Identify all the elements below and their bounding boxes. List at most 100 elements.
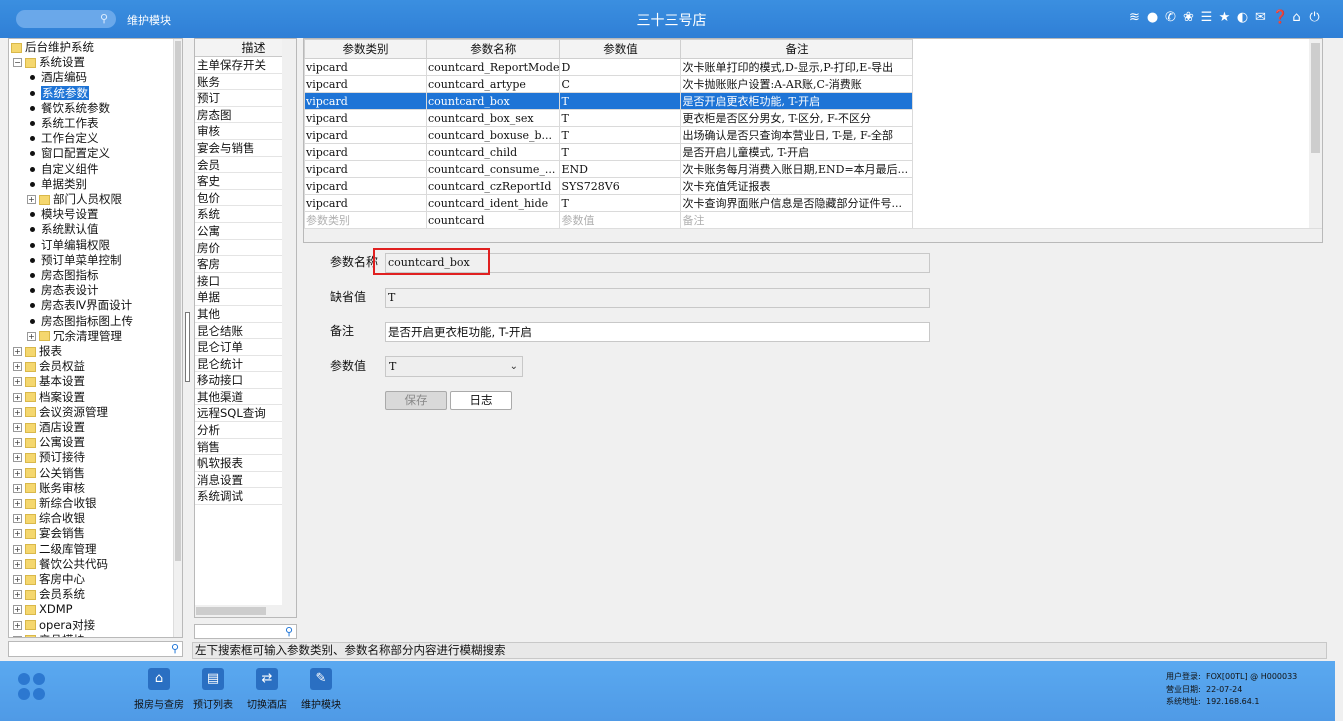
chat-icon[interactable]: ● xyxy=(1146,9,1159,27)
tree-item[interactable]: + 冗余清理管理 xyxy=(27,329,122,344)
tree-item[interactable]: + 新综合收银 xyxy=(13,496,97,511)
expand-icon[interactable]: + xyxy=(13,575,22,584)
tree-item[interactable]: 酒店编码 xyxy=(27,70,87,85)
table-row[interactable]: vipcard countcard_child T 是否开启儿童模式, T-开启 xyxy=(304,143,914,161)
column-header[interactable]: 备注 xyxy=(680,39,914,59)
dock-room-status[interactable]: ⌂ 报房与查房 xyxy=(130,668,188,711)
remark-field[interactable]: 是否开启更衣柜功能, T-开启 xyxy=(385,322,930,342)
tree-scrollbar[interactable] xyxy=(173,39,182,637)
tree-item[interactable]: 窗口配置定义 xyxy=(27,146,110,161)
tree-item[interactable]: + 基本设置 xyxy=(13,374,85,389)
default-value-field[interactable]: T xyxy=(385,288,930,308)
category-item[interactable]: 移动接口 xyxy=(195,372,283,389)
tree-item[interactable]: + opera对接 xyxy=(13,618,95,633)
tree-item[interactable]: 系统默认值 xyxy=(27,222,99,237)
tree-item[interactable]: 系统工作表 xyxy=(27,116,99,131)
table-row[interactable]: vipcard countcard_ident_hide T 次卡查询界面账户信息是否… xyxy=(304,194,914,212)
category-item[interactable]: 接口 xyxy=(195,273,283,290)
expand-icon[interactable]: + xyxy=(13,499,22,508)
table-row[interactable]: vipcard countcard_box_sex T 更衣柜是否区分男女, T-区分… xyxy=(304,109,914,127)
tree-item[interactable]: − 系统设置 xyxy=(13,55,85,70)
tree-item[interactable]: 模块号设置 xyxy=(27,207,99,222)
tree-item[interactable]: + 档案设置 xyxy=(13,390,85,405)
tree-item[interactable]: + 客房中心 xyxy=(13,572,85,587)
tree-item[interactable]: + 产品模块 xyxy=(13,633,85,637)
category-search-input[interactable]: ⚲ xyxy=(194,624,297,639)
expand-icon[interactable]: + xyxy=(13,529,22,539)
tree-item[interactable]: + 部门人员权限 xyxy=(27,192,122,207)
grid-vscroll[interactable] xyxy=(1309,39,1322,229)
tree-item[interactable]: + 报表 xyxy=(13,344,62,359)
editor-cell[interactable]: 参数值 xyxy=(559,211,682,229)
param-name-field[interactable]: countcard_box xyxy=(385,253,930,273)
expand-icon[interactable]: + xyxy=(13,483,22,493)
category-item[interactable]: 账务 xyxy=(195,74,283,91)
category-item[interactable]: 帆软报表 xyxy=(195,455,283,472)
category-item[interactable]: 消息设置 xyxy=(195,472,283,489)
expand-icon[interactable]: + xyxy=(13,347,22,356)
expand-icon[interactable]: + xyxy=(13,423,22,432)
table-row[interactable]: vipcard countcard_boxuse_b... T 出场确认是否只查询本营… xyxy=(304,126,914,144)
tree-item[interactable]: 单据类别 xyxy=(27,177,87,192)
new-row-editor[interactable]: 参数类别 countcard 参数值 备注 xyxy=(304,211,914,229)
expand-icon[interactable]: + xyxy=(13,635,22,637)
star-icon[interactable]: ★ xyxy=(1218,9,1231,27)
expand-icon[interactable]: + xyxy=(13,544,22,554)
wifi-icon[interactable]: ≋ xyxy=(1128,9,1141,27)
tree-item[interactable]: 订单编辑权限 xyxy=(27,238,110,253)
expand-icon[interactable]: + xyxy=(13,559,22,569)
param-value-select[interactable]: T ⌄ xyxy=(385,356,523,377)
table-row[interactable]: vipcard countcard_box T 是否开启更衣柜功能, T-开启 xyxy=(304,92,914,110)
expand-icon[interactable]: + xyxy=(13,407,22,417)
category-item[interactable]: 系统 xyxy=(195,206,283,223)
category-list-hscroll[interactable] xyxy=(195,605,296,617)
table-row[interactable]: vipcard countcard_ReportMode D 次卡账单打印的模式,D-… xyxy=(304,58,914,76)
help-icon[interactable]: ❓ xyxy=(1272,9,1288,27)
tree-item[interactable]: 自定义组件 xyxy=(27,162,99,177)
expand-icon[interactable]: + xyxy=(13,590,22,600)
editor-cell[interactable]: 备注 xyxy=(680,211,914,229)
tree-item[interactable]: + 餐饮公共代码 xyxy=(13,557,108,572)
tree-item[interactable]: + XDMP xyxy=(13,602,73,617)
tree-item[interactable]: 系统参数 xyxy=(27,85,89,101)
category-item[interactable]: 房态图 xyxy=(195,107,283,124)
dock-maintenance[interactable]: ✎ 维护模块 xyxy=(292,668,350,711)
tree-item[interactable]: 预订单菜单控制 xyxy=(27,253,122,268)
table-row[interactable]: vipcard countcard_czReportId SYS728V6 次卡充值凭… xyxy=(304,177,914,195)
collapse-icon[interactable]: − xyxy=(13,58,22,68)
log-button[interactable]: 日志 xyxy=(450,391,512,410)
expand-icon[interactable]: + xyxy=(13,377,22,387)
search-icon[interactable]: ⚲ xyxy=(285,625,293,638)
category-item[interactable]: 单据 xyxy=(195,289,283,306)
tree-item[interactable]: + 公寓设置 xyxy=(13,435,85,450)
tree-item[interactable]: + 公关销售 xyxy=(13,466,85,481)
column-header[interactable]: 参数名称 xyxy=(425,39,561,59)
tree-item[interactable]: + 账务审核 xyxy=(13,481,85,496)
category-item[interactable]: 房价 xyxy=(195,240,283,257)
tree-item[interactable]: 工作台定义 xyxy=(27,131,99,146)
category-item[interactable]: 远程SQL查询 xyxy=(195,405,283,423)
mail-icon[interactable]: ✉ xyxy=(1254,9,1267,27)
expand-icon[interactable]: + xyxy=(13,362,22,372)
expand-icon[interactable]: + xyxy=(13,453,22,463)
tree-item[interactable]: 房态图指标图上传 xyxy=(27,314,133,329)
category-item[interactable]: 客房 xyxy=(195,256,283,273)
phone-icon[interactable]: ✆ xyxy=(1164,9,1177,27)
search-icon[interactable]: ⚲ xyxy=(100,12,108,25)
table-row[interactable]: vipcard countcard_consume_... END 次卡账务每月消费入… xyxy=(304,160,914,178)
tree-item[interactable]: 房态表Ⅳ界面设计 xyxy=(27,298,132,313)
expand-icon[interactable]: + xyxy=(13,438,22,448)
expand-icon[interactable]: + xyxy=(27,195,36,204)
category-item[interactable]: 昆仑统计 xyxy=(195,356,283,373)
editor-cell[interactable]: 参数类别 xyxy=(304,211,427,229)
category-list-vscroll[interactable] xyxy=(282,39,296,617)
column-header[interactable]: 参数值 xyxy=(559,39,682,59)
menu-icon[interactable]: ☰ xyxy=(1200,9,1213,27)
category-item[interactable]: 审核 xyxy=(195,123,283,140)
category-item[interactable]: 会员 xyxy=(195,157,283,174)
tree-search-input[interactable]: ⚲ xyxy=(8,641,183,657)
tree-item[interactable]: + 会员权益 xyxy=(13,359,85,374)
expand-icon[interactable]: + xyxy=(13,605,22,615)
category-item[interactable]: 分析 xyxy=(195,422,283,439)
category-item[interactable]: 昆仑结账 xyxy=(195,323,283,340)
